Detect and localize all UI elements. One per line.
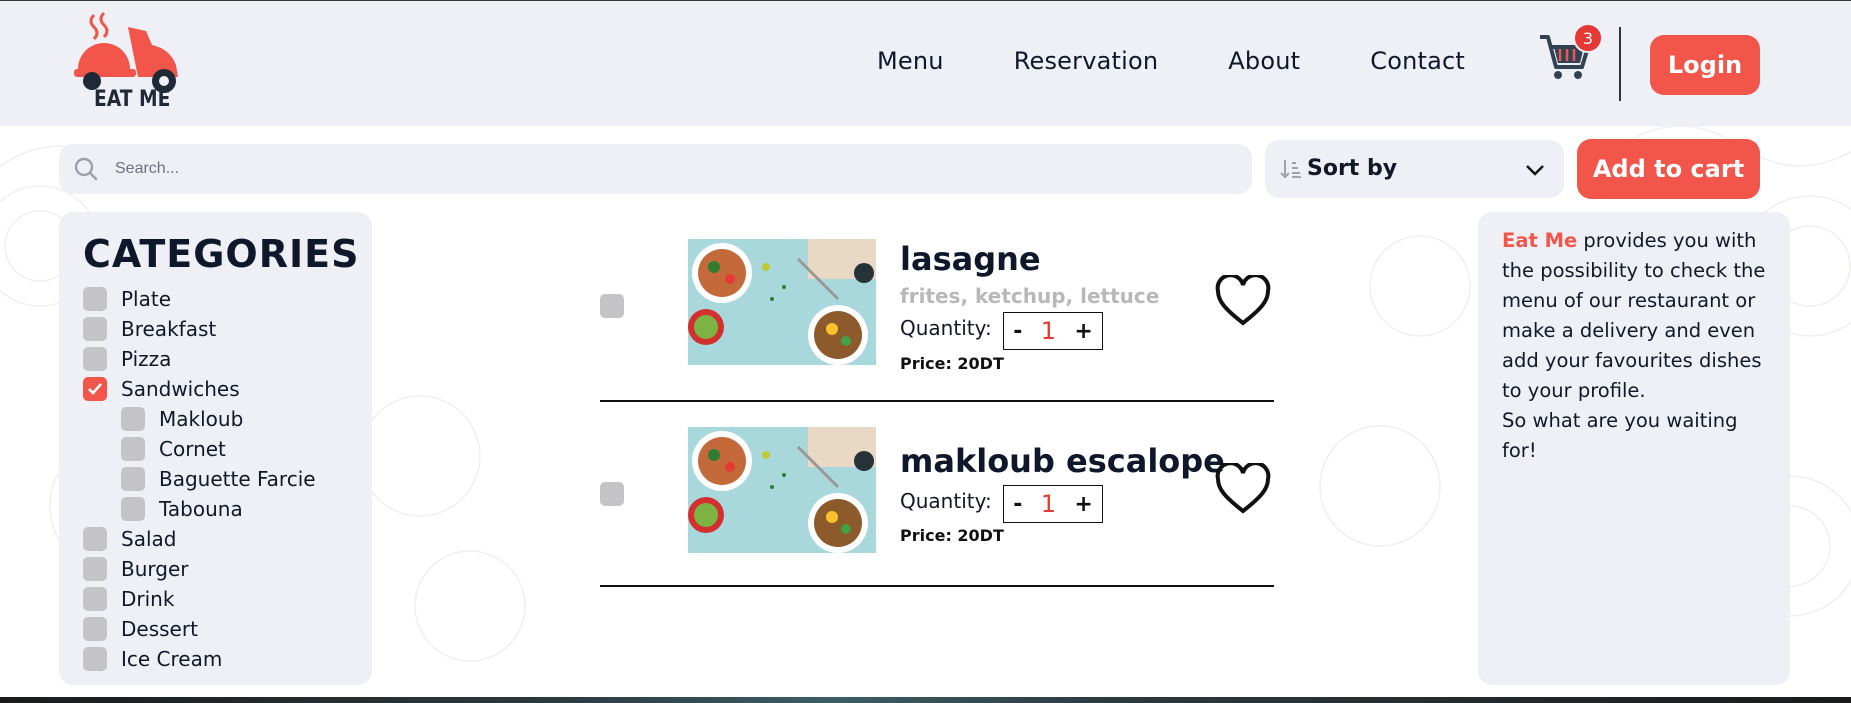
nav-menu[interactable]: Menu bbox=[877, 47, 944, 75]
category-item-burger[interactable]: Burger bbox=[83, 556, 189, 582]
category-item-baguette-farcie[interactable]: Baguette Farcie bbox=[121, 466, 316, 492]
search-bar bbox=[59, 144, 1252, 194]
about-panel: Eat Me provides you with the possibility… bbox=[1478, 212, 1790, 685]
category-label: Baguette Farcie bbox=[159, 467, 316, 491]
product-name: makloub escalope bbox=[900, 442, 1225, 480]
product-select-checkbox[interactable] bbox=[600, 482, 624, 506]
category-item-ice-cream[interactable]: Ice Cream bbox=[83, 646, 222, 672]
quantity-value: 1 bbox=[1040, 490, 1056, 518]
category-label: Tabouna bbox=[159, 497, 243, 521]
increment-button[interactable]: + bbox=[1074, 319, 1092, 344]
divider bbox=[600, 585, 1274, 587]
logo-text: EAT ME bbox=[94, 87, 171, 112]
categories-title: CATEGORIES bbox=[83, 232, 360, 276]
category-item-breakfast[interactable]: Breakfast bbox=[83, 316, 216, 342]
category-label: Breakfast bbox=[121, 317, 217, 341]
page: EAT ME Menu Reservation About Contact 3 … bbox=[0, 0, 1851, 703]
checkbox[interactable] bbox=[83, 347, 107, 371]
category-item-drink[interactable]: Drink bbox=[83, 586, 174, 612]
add-to-cart-button[interactable]: Add to cart bbox=[1577, 139, 1760, 199]
checkbox-checked[interactable] bbox=[83, 377, 107, 401]
product-description: frites, ketchup, lettuce bbox=[900, 284, 1160, 308]
category-item-makloub[interactable]: Makloub bbox=[121, 406, 243, 432]
checkbox[interactable] bbox=[83, 647, 107, 671]
quantity-label: Quantity: bbox=[900, 316, 992, 340]
check-icon bbox=[88, 383, 102, 395]
checkbox[interactable] bbox=[83, 557, 107, 581]
category-item-dessert[interactable]: Dessert bbox=[83, 616, 198, 642]
brand-highlight: Eat Me bbox=[1502, 229, 1578, 252]
category-item-tabouna[interactable]: Tabouna bbox=[121, 496, 243, 522]
quantity-value: 1 bbox=[1040, 317, 1056, 345]
checkbox[interactable] bbox=[83, 287, 107, 311]
category-label: Salad bbox=[121, 527, 177, 551]
checkbox[interactable] bbox=[121, 467, 145, 491]
decrement-button[interactable]: - bbox=[1013, 492, 1022, 517]
nav-contact[interactable]: Contact bbox=[1370, 47, 1465, 75]
sort-icon bbox=[1280, 160, 1301, 179]
quantity-stepper: - 1 + bbox=[1003, 485, 1103, 523]
category-item-cornet[interactable]: Cornet bbox=[121, 436, 226, 462]
checkbox[interactable] bbox=[121, 437, 145, 461]
category-label: Drink bbox=[121, 587, 175, 611]
header: EAT ME Menu Reservation About Contact 3 … bbox=[0, 0, 1851, 126]
quantity-label: Quantity: bbox=[900, 489, 992, 513]
category-label: Dessert bbox=[121, 617, 198, 641]
category-label: Makloub bbox=[159, 407, 244, 431]
nav-reservation[interactable]: Reservation bbox=[1014, 47, 1159, 75]
heart-icon[interactable] bbox=[1215, 463, 1271, 515]
search-input[interactable] bbox=[115, 144, 1235, 194]
category-label: Ice Cream bbox=[121, 647, 223, 671]
divider bbox=[600, 400, 1274, 402]
category-item-pizza[interactable]: Pizza bbox=[83, 346, 171, 372]
category-item-sandwiches[interactable]: Sandwiches bbox=[83, 376, 240, 402]
category-item-salad[interactable]: Salad bbox=[83, 526, 176, 552]
category-item-plate[interactable]: Plate bbox=[83, 286, 171, 312]
cart-count-badge: 3 bbox=[1573, 23, 1603, 53]
category-label: Burger bbox=[121, 557, 189, 581]
sort-dropdown[interactable]: Sort by bbox=[1265, 140, 1564, 198]
food-image bbox=[688, 427, 876, 553]
login-button[interactable]: Login bbox=[1650, 35, 1760, 95]
sort-label: Sort by bbox=[1307, 156, 1398, 181]
decrement-button[interactable]: - bbox=[1013, 319, 1022, 344]
main-nav: Menu Reservation About Contact bbox=[877, 47, 1465, 75]
bottom-bar bbox=[0, 697, 1851, 703]
product-select-checkbox[interactable] bbox=[600, 294, 624, 318]
checkbox[interactable] bbox=[83, 587, 107, 611]
about-description: provides you with the possibility to che… bbox=[1502, 229, 1766, 402]
product-name: lasagne bbox=[900, 240, 1041, 278]
category-label: Cornet bbox=[159, 437, 226, 461]
category-label: Sandwiches bbox=[121, 377, 240, 401]
nav-about[interactable]: About bbox=[1228, 47, 1300, 75]
about-cta: So what are you waiting for! bbox=[1502, 409, 1738, 462]
product-price: Price: 20DT bbox=[900, 354, 1004, 373]
category-label: Pizza bbox=[121, 347, 172, 371]
checkbox[interactable] bbox=[83, 617, 107, 641]
about-text: Eat Me provides you with the possibility… bbox=[1502, 226, 1774, 466]
checkbox[interactable] bbox=[121, 497, 145, 521]
category-label: Plate bbox=[121, 287, 172, 311]
quantity-stepper: - 1 + bbox=[1003, 312, 1103, 350]
chevron-down-icon bbox=[1526, 165, 1544, 176]
food-image bbox=[688, 239, 876, 365]
categories-panel: CATEGORIES Plate Breakfast Pizza Sandwic… bbox=[59, 212, 372, 685]
search-icon bbox=[74, 157, 98, 181]
header-divider bbox=[1619, 27, 1621, 101]
increment-button[interactable]: + bbox=[1074, 492, 1092, 517]
product-price: Price: 20DT bbox=[900, 526, 1004, 545]
checkbox[interactable] bbox=[83, 317, 107, 341]
heart-icon[interactable] bbox=[1215, 275, 1271, 327]
checkbox[interactable] bbox=[121, 407, 145, 431]
checkbox[interactable] bbox=[83, 527, 107, 551]
